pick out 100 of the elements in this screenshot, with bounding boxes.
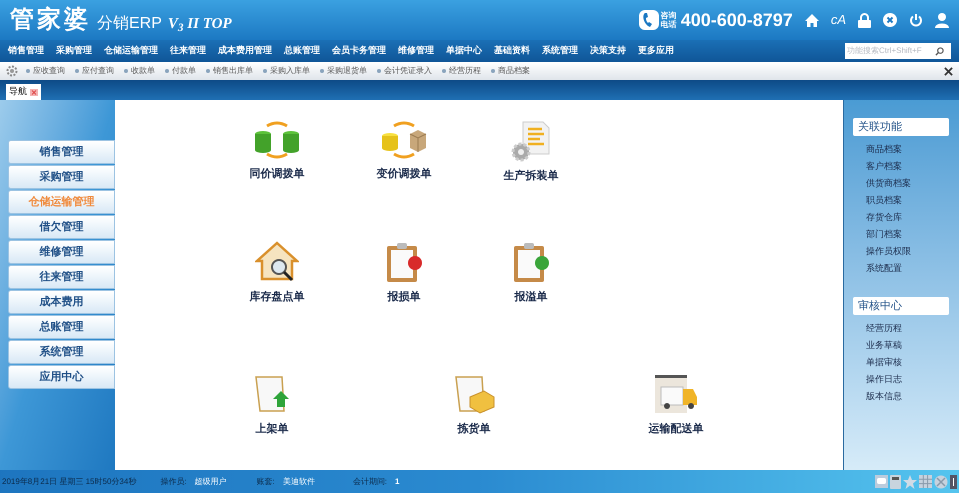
related-link[interactable]: 业务草稿 (866, 337, 949, 354)
bullet-icon (442, 69, 446, 73)
tab[interactable]: 导航 (6, 84, 41, 100)
quick-link[interactable]: 销售出库单 (213, 65, 253, 77)
related-link[interactable]: 操作日志 (866, 371, 949, 388)
sidebar-item[interactable]: 成本费用 (8, 290, 115, 314)
related-link[interactable]: 供货商档案 (866, 175, 949, 192)
bullet-icon (75, 69, 79, 73)
related-link[interactable]: 操作员权限 (866, 243, 949, 260)
pin-icon[interactable] (950, 474, 957, 488)
section-header: 关联功能 (853, 118, 949, 136)
hotline-number: 400-600-8797 (680, 8, 793, 32)
related-link[interactable]: 单据审核 (866, 354, 949, 371)
menu-item[interactable]: 单据中心 (446, 44, 482, 58)
power-icon[interactable] (909, 13, 923, 27)
bullet-icon (491, 69, 495, 73)
quick-link[interactable]: 采购入库单 (270, 65, 310, 77)
truck-icon (653, 372, 699, 415)
document-link[interactable]: 生产拆装单 (504, 168, 558, 184)
document-link[interactable]: 报溢单 (514, 289, 548, 306)
hotline-label: 电话 (660, 20, 677, 29)
home-icon[interactable] (804, 14, 819, 26)
related-link[interactable]: 存货仓库 (866, 209, 949, 226)
quick-link[interactable]: 应付查询 (82, 65, 114, 77)
quick-link[interactable]: 商品档案 (498, 65, 530, 77)
document-link[interactable]: 拣货单 (458, 420, 490, 438)
logo-version: V$_{3}$ II TOP (168, 17, 232, 32)
money-swap-icon (253, 120, 301, 160)
status-label: 会计期间: (352, 476, 387, 488)
status-value: 美迪软件 (282, 476, 315, 488)
document-link[interactable]: 运输配送单 (648, 420, 704, 438)
coins-box-swap-icon (380, 120, 428, 160)
clipboard-loss-badge-icon (384, 241, 424, 284)
sidebar-item[interactable]: 销售管理 (8, 140, 115, 164)
search-icon (935, 46, 944, 56)
quick-link[interactable]: 收款单 (131, 65, 155, 77)
menu-item[interactable]: 会员卡务管理 (332, 44, 386, 58)
quick-link[interactable]: 经营历程 (449, 65, 481, 77)
document-link[interactable]: 库存盘点单 (250, 289, 304, 306)
quick-link[interactable]: 采购退货单 (327, 65, 367, 77)
menu-item[interactable]: 维修管理 (398, 44, 434, 58)
document-link[interactable]: 上架单 (256, 420, 288, 438)
sidebar-item[interactable]: 系统管理 (8, 340, 115, 364)
font-size-button[interactable]: cA (830, 10, 846, 30)
status-label: 账套: (256, 476, 275, 488)
menu-item[interactable]: 往来管理 (170, 44, 206, 58)
sidebar-item[interactable]: 总账管理 (8, 315, 115, 339)
status-value: 1 (395, 476, 400, 488)
document-link[interactable]: 报损单 (388, 289, 420, 306)
sidebar-item[interactable]: 借欠管理 (8, 215, 115, 239)
quick-link[interactable]: 应收查询 (33, 65, 65, 77)
menu-item[interactable]: 基础资料 (494, 44, 530, 58)
clipboard-overflow-badge-icon (511, 241, 551, 284)
menu-item[interactable]: 总账管理 (284, 44, 320, 58)
sidebar-item[interactable]: 应用中心 (8, 365, 115, 389)
status-label: 操作员: (160, 476, 187, 488)
quick-link[interactable]: 付款单 (172, 65, 196, 77)
bullet-icon (320, 69, 324, 73)
document-link[interactable]: 变价调拨单 (376, 166, 432, 182)
section-header: 审核中心 (853, 297, 949, 315)
menu-item[interactable]: 仓储运输管理 (104, 44, 158, 58)
menu-item[interactable]: 销售管理 (8, 44, 44, 58)
user-icon[interactable] (935, 12, 949, 28)
hotline-label: 咨询 (660, 11, 677, 20)
sidebar-item[interactable]: 往来管理 (8, 265, 115, 289)
menu-item[interactable]: 系统管理 (542, 44, 578, 58)
bullet-icon (377, 69, 381, 73)
related-link[interactable]: 系统配置 (866, 260, 949, 277)
bullet-icon (263, 69, 267, 73)
bullet-icon (124, 69, 128, 73)
related-link[interactable]: 版本信息 (866, 388, 949, 405)
search-field[interactable]: 功能搜索Ctrl+Shift+F (845, 43, 951, 59)
status-value: 超级用户 (194, 476, 227, 488)
sidebar-item[interactable]: 维修管理 (8, 240, 115, 264)
bullet-icon (26, 69, 30, 73)
status-datetime: 2019年8月21日 星期三 15时50分34秒 (2, 476, 136, 488)
menu-item[interactable]: 采购管理 (56, 44, 92, 58)
menu-item[interactable]: 更多应用 (638, 44, 674, 58)
logo-product: 分销ERP (97, 16, 162, 32)
house-magnifier-icon (255, 241, 299, 284)
related-link[interactable]: 部门档案 (866, 226, 949, 243)
close-icon[interactable] (944, 66, 953, 76)
bullet-icon (206, 69, 210, 73)
sidebar-item[interactable]: 采购管理 (8, 165, 115, 189)
calculator-icon[interactable] (890, 474, 901, 488)
menu-item[interactable]: 决策支持 (590, 44, 626, 58)
gear-icon[interactable] (6, 65, 18, 77)
star-icon[interactable] (903, 474, 917, 488)
related-link[interactable]: 职员档案 (866, 192, 949, 209)
quick-link[interactable]: 会计凭证录入 (384, 65, 432, 77)
lock-icon[interactable] (858, 12, 871, 28)
close-circle-icon[interactable] (883, 13, 897, 27)
logo-title: 管家婆 (10, 8, 91, 32)
document-link[interactable]: 同价调拨单 (250, 166, 304, 182)
phone-icon (638, 10, 659, 30)
bullet-icon (165, 69, 169, 73)
menu-item[interactable]: 成本费用管理 (218, 44, 272, 58)
related-link[interactable]: 商品档案 (866, 141, 949, 158)
related-link[interactable]: 客户档案 (866, 158, 949, 175)
related-link[interactable]: 经营历程 (866, 320, 949, 337)
